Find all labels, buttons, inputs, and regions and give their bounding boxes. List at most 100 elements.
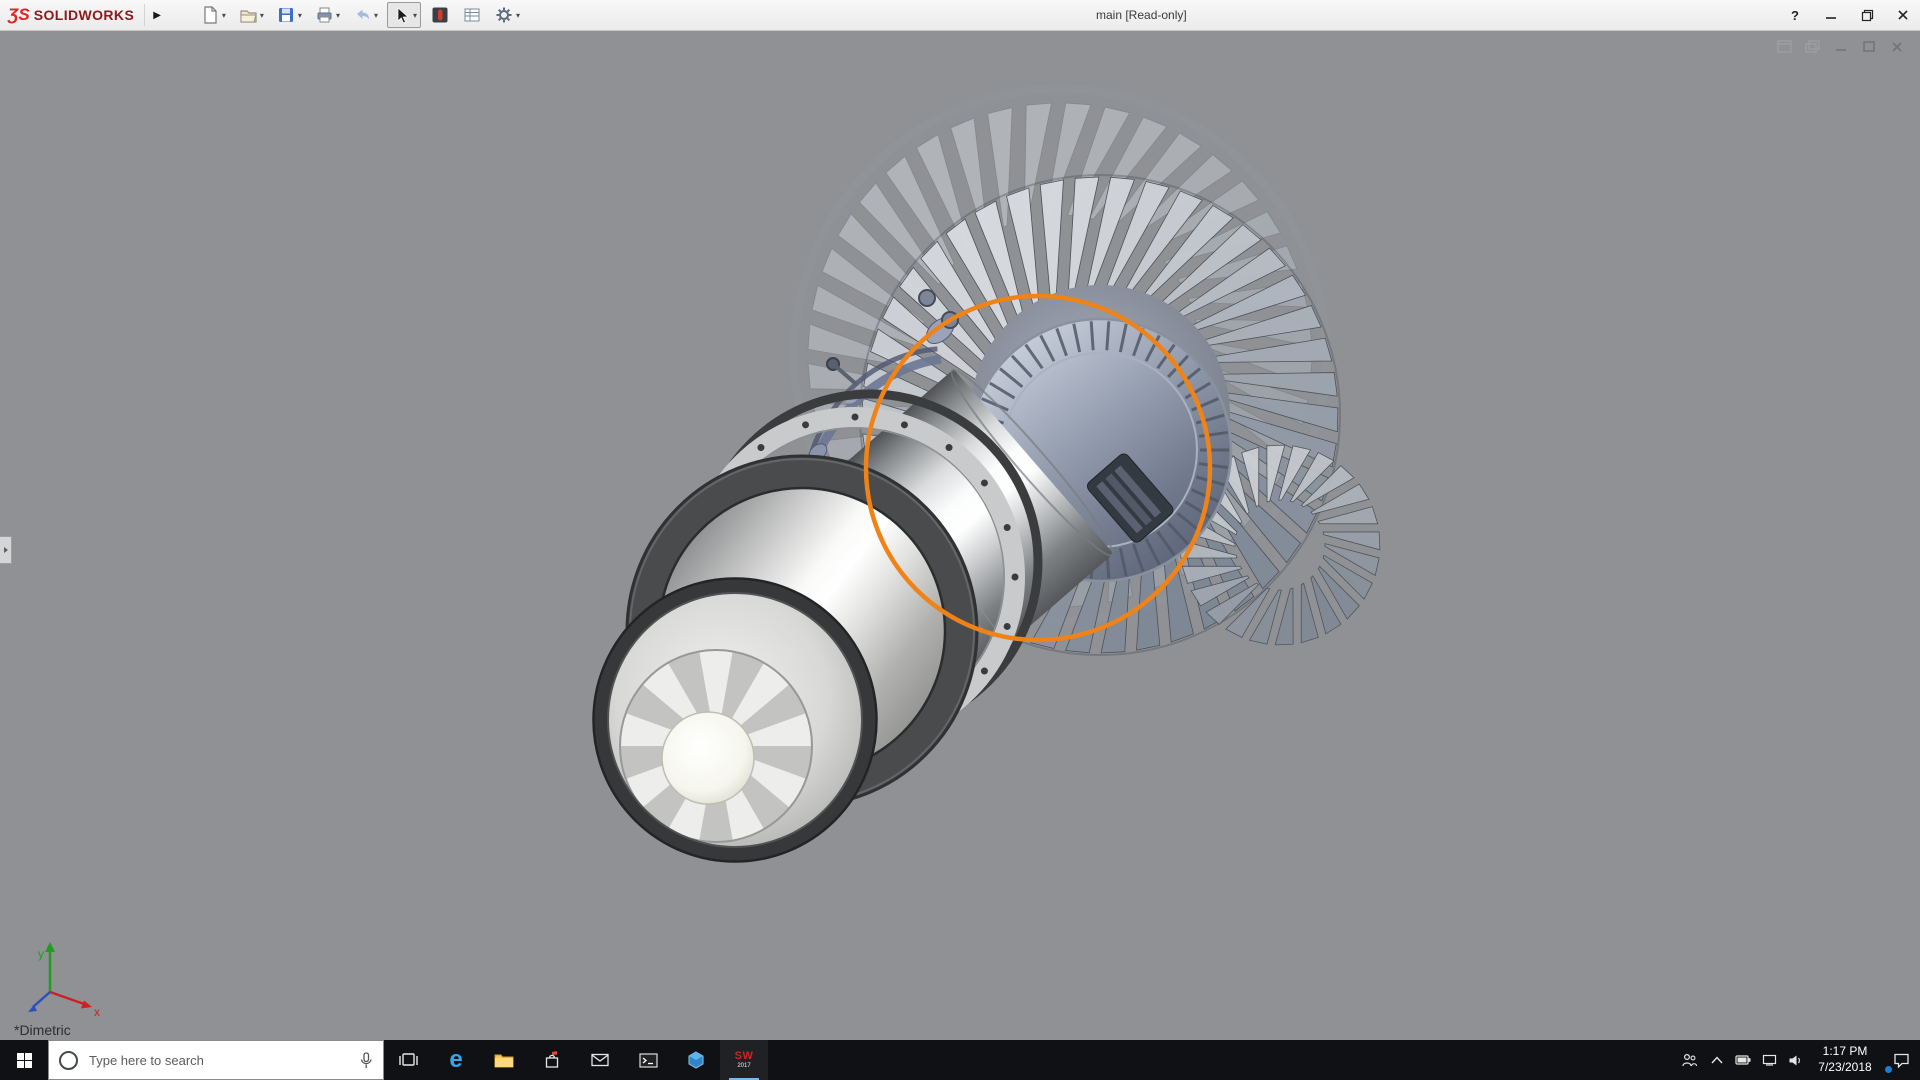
system-tray: 1:17 PM 7/23/2018 <box>1674 1040 1920 1080</box>
options-button[interactable]: ▾ <box>491 3 523 27</box>
triad-y-label: y <box>38 947 44 961</box>
chevron-down-icon[interactable]: ▾ <box>298 11 302 20</box>
mail-icon <box>591 1053 609 1067</box>
red-capsule-button[interactable] <box>427 3 453 27</box>
cortana-icon <box>59 1051 78 1070</box>
window-controls: ? <box>1784 0 1914 30</box>
start-button[interactable] <box>0 1040 48 1080</box>
doc-maximize-icon <box>1862 40 1876 54</box>
featuremanager-flyout-tab[interactable] <box>0 536 12 564</box>
clock-time: 1:17 PM <box>1823 1044 1868 1060</box>
cube-app-icon <box>687 1051 705 1069</box>
chevron-down-icon[interactable]: ▾ <box>336 11 340 20</box>
doc-close-button[interactable] <box>1887 38 1906 55</box>
save-icon <box>276 5 296 25</box>
print-button[interactable]: ▾ <box>311 3 343 27</box>
action-center-icon <box>1893 1052 1910 1068</box>
document-window-controls <box>1775 38 1906 55</box>
select-tool-button[interactable]: ▾ <box>387 2 421 28</box>
clock-date: 7/23/2018 <box>1818 1060 1871 1076</box>
action-center-button[interactable] <box>1882 1040 1920 1080</box>
doc-panes-icon <box>1777 40 1793 54</box>
edge-icon: e <box>449 1048 462 1072</box>
battery-button[interactable] <box>1730 1040 1756 1080</box>
doc-close-icon <box>1890 40 1904 54</box>
undo-icon <box>352 5 372 25</box>
notification-badge <box>1885 1066 1892 1073</box>
task-view-icon <box>398 1052 418 1068</box>
microphone-icon[interactable] <box>359 1052 373 1069</box>
doc-panes-button[interactable] <box>1775 38 1794 55</box>
minimize-button[interactable] <box>1820 4 1842 26</box>
doc-minimize-button[interactable] <box>1831 38 1850 55</box>
windows-taskbar: e SW 2017 <box>0 1040 1920 1080</box>
solidworks-logo-text: SOLIDWORKS <box>34 7 134 23</box>
options-gear-icon <box>494 5 514 25</box>
new-document-icon <box>200 5 220 25</box>
edge-button[interactable]: e <box>432 1040 480 1080</box>
tailcone-hub <box>662 712 754 804</box>
print-icon <box>314 5 334 25</box>
solidworks-logo: ƷS SOLIDWORKS <box>0 0 144 30</box>
menu-expand-button[interactable]: ▶ <box>144 4 169 26</box>
help-button[interactable]: ? <box>1784 4 1806 26</box>
properties-table-button[interactable] <box>459 3 485 27</box>
graphics-area[interactable]: y x *Dimetric <box>0 30 1920 1040</box>
red-capsule-icon <box>430 5 450 25</box>
volume-icon <box>1788 1054 1803 1067</box>
flyout-arrow-icon <box>3 546 9 554</box>
solidworks-logo-icon: ƷS <box>8 5 30 25</box>
select-arrow-icon <box>391 5 411 25</box>
minimize-icon <box>1825 9 1837 21</box>
doc-restore-button[interactable] <box>1803 38 1822 55</box>
search-input[interactable] <box>87 1052 350 1069</box>
solidworks-app-icon: SW 2017 <box>735 1051 754 1069</box>
close-icon <box>1897 9 1909 21</box>
document-title: main [Read-only] <box>1096 0 1187 30</box>
network-button[interactable] <box>1756 1040 1782 1080</box>
engine-3d-render: y x <box>0 30 1920 1040</box>
store-button[interactable] <box>528 1040 576 1080</box>
new-document-button[interactable]: ▾ <box>197 3 229 27</box>
file-explorer-icon <box>494 1052 514 1068</box>
command-prompt-icon <box>639 1053 658 1068</box>
people-icon <box>1681 1053 1697 1067</box>
taskbar-clock[interactable]: 1:17 PM 7/23/2018 <box>1808 1040 1882 1080</box>
menu-expand-icon: ▶ <box>153 10 161 21</box>
close-button[interactable] <box>1892 4 1914 26</box>
save-button[interactable]: ▾ <box>273 3 305 27</box>
people-button[interactable] <box>1674 1040 1704 1080</box>
cube-app-button[interactable] <box>672 1040 720 1080</box>
triad-x-label: x <box>94 1005 100 1019</box>
doc-restore-icon <box>1805 40 1821 54</box>
undo-button[interactable]: ▾ <box>349 3 381 27</box>
mail-button[interactable] <box>576 1040 624 1080</box>
view-orientation-label: *Dimetric <box>14 1022 71 1038</box>
taskbar-search[interactable] <box>48 1040 384 1080</box>
properties-table-icon <box>462 5 482 25</box>
restore-icon <box>1861 9 1874 22</box>
doc-minimize-icon <box>1834 40 1848 54</box>
open-button[interactable]: ▾ <box>235 3 267 27</box>
chevron-down-icon[interactable]: ▾ <box>413 11 417 20</box>
file-explorer-button[interactable] <box>480 1040 528 1080</box>
solidworks-app-button[interactable]: SW 2017 <box>720 1040 768 1080</box>
store-icon <box>543 1051 561 1069</box>
command-prompt-button[interactable] <box>624 1040 672 1080</box>
chevron-up-icon <box>1711 1056 1723 1064</box>
hidden-icons-button[interactable] <box>1704 1040 1730 1080</box>
chevron-down-icon[interactable]: ▾ <box>260 11 264 20</box>
windows-logo-icon <box>16 1052 33 1069</box>
doc-maximize-button[interactable] <box>1859 38 1878 55</box>
volume-button[interactable] <box>1782 1040 1808 1080</box>
chevron-down-icon[interactable]: ▾ <box>374 11 378 20</box>
restore-button[interactable] <box>1856 4 1878 26</box>
chevron-down-icon[interactable]: ▾ <box>222 11 226 20</box>
chevron-down-icon[interactable]: ▾ <box>516 11 520 20</box>
quick-access-toolbar: ▾ ▾ ▾ ▾ ▾ ▾ ▾ <box>197 2 523 28</box>
titlebar: ƷS SOLIDWORKS ▶ ▾ ▾ ▾ ▾ ▾ ▾ <box>0 0 1920 31</box>
battery-icon <box>1735 1055 1751 1065</box>
task-view-button[interactable] <box>384 1040 432 1080</box>
open-folder-icon <box>238 5 258 25</box>
network-icon <box>1762 1054 1777 1066</box>
